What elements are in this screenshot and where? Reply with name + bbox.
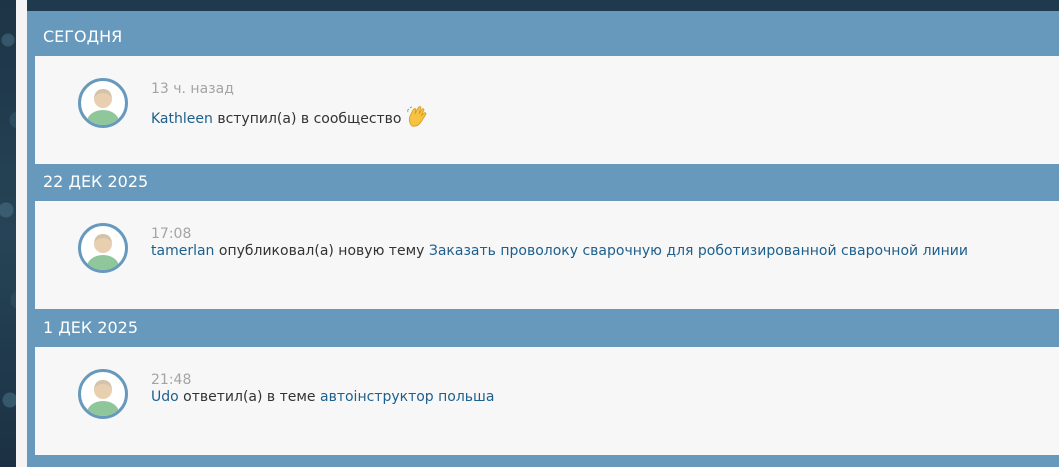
activity-item: 21:48 Udo ответил(а) в теме автоінструкт… [35, 347, 1059, 455]
action-text: ответил(а) в теме [178, 389, 320, 405]
user-link[interactable]: Kathleen [151, 111, 213, 127]
avatar[interactable] [78, 369, 128, 419]
activity-item: 13 ч. назад Kathleen вступил(а) в сообще… [35, 56, 1059, 164]
section-header-date: 1 ДЕК 2025 [43, 318, 139, 337]
activity-item: 17:08 tamerlan опубликовал(а) новую тему… [35, 201, 1059, 309]
activity-text: Udo ответил(а) в теме автоінструктор пол… [151, 389, 494, 405]
avatar[interactable] [78, 78, 128, 128]
topic-link[interactable]: автоінструктор польша [320, 389, 494, 405]
user-link[interactable]: Udo [151, 389, 179, 405]
action-text: опубликовал(а) новую тему [214, 243, 429, 259]
timestamp: 17:08 [151, 226, 192, 242]
topic-link[interactable]: Заказать проволоку сварочную для роботиз… [429, 243, 968, 259]
avatar[interactable] [78, 223, 128, 273]
user-link[interactable]: tamerlan [151, 243, 214, 259]
side-stripe [16, 0, 27, 467]
user-avatar-icon [87, 380, 119, 416]
activity-text: tamerlan опубликовал(а) новую тему Заказ… [151, 243, 968, 259]
action-text: вступил(а) в сообщество [212, 111, 402, 127]
section-header-today: СЕГОДНЯ [43, 27, 123, 46]
activity-stream: СЕГОДНЯ 13 ч. назад Kathleen вступил(а) … [27, 11, 1059, 467]
activity-text: Kathleen вступил(а) в сообщество [151, 106, 428, 132]
user-avatar-icon [87, 89, 119, 125]
user-avatar-icon [87, 234, 119, 270]
waving-hand-icon [406, 106, 428, 132]
timestamp: 21:48 [151, 372, 192, 388]
timestamp: 13 ч. назад [151, 81, 234, 97]
section-header-date: 22 ДЕК 2025 [43, 172, 149, 191]
